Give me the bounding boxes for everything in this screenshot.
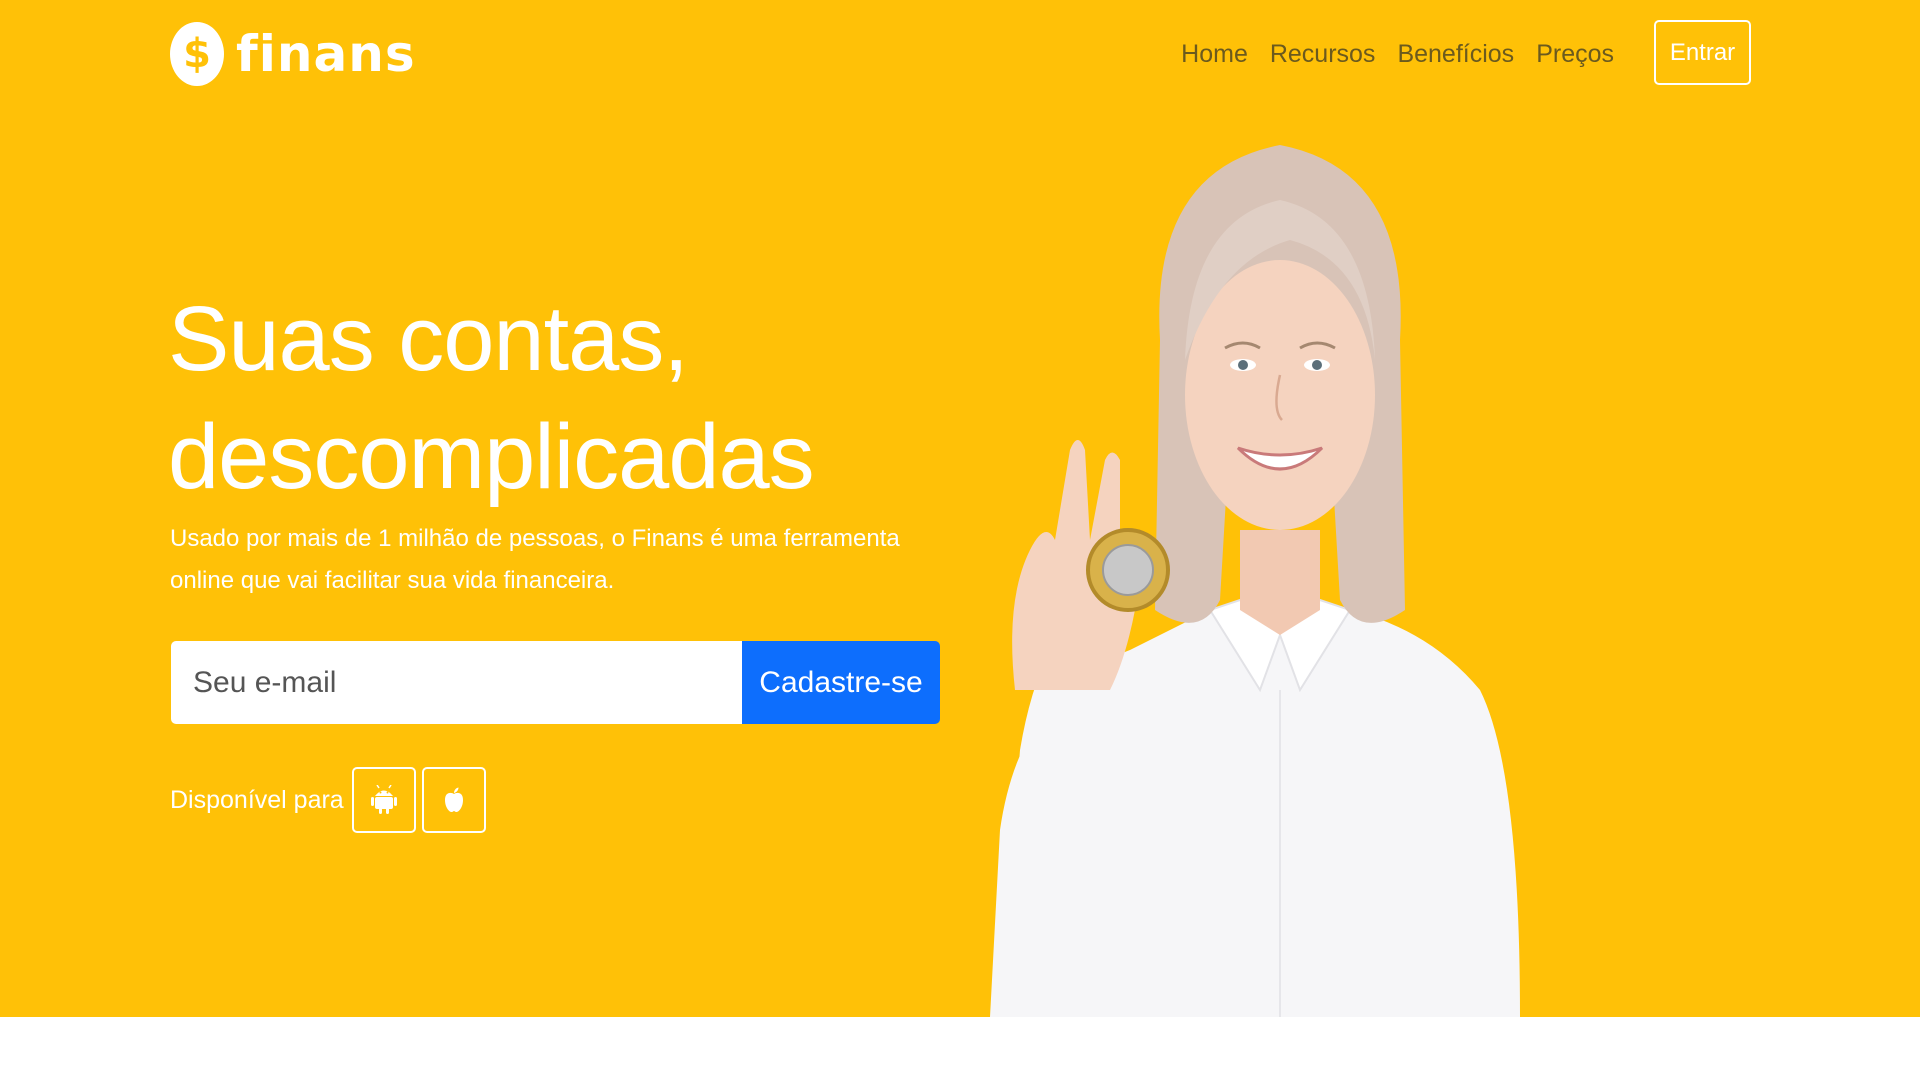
- apple-icon: [444, 787, 463, 812]
- android-icon: [370, 785, 397, 814]
- hero-section: $ finans Home Recursos Benefícios Preços…: [0, 0, 1920, 1017]
- brand-logo[interactable]: $ finans: [170, 22, 416, 86]
- page-footer-spacer: [0, 1017, 1920, 1080]
- hero-headline: Suas contas, descomplicadas: [168, 280, 968, 516]
- logo-symbol: $: [183, 31, 211, 77]
- headline-line-1: Suas contas,: [168, 288, 689, 390]
- hero-subtitle: Usado por mais de 1 milhão de pessoas, o…: [170, 525, 900, 594]
- woman-holding-coin-illustration: [990, 145, 1520, 1017]
- nav-link-beneficios[interactable]: Benefícios: [1397, 40, 1514, 69]
- nav-link-home[interactable]: Home: [1181, 40, 1248, 69]
- signup-button[interactable]: Cadastre-se: [742, 641, 940, 724]
- nav-link-recursos[interactable]: Recursos: [1270, 40, 1376, 69]
- available-platforms: Disponível para: [170, 767, 492, 833]
- nav-link-precos[interactable]: Preços: [1536, 40, 1614, 69]
- headline-line-2: descomplicadas: [168, 406, 815, 508]
- signup-form: Cadastre-se: [171, 641, 940, 724]
- email-input[interactable]: [171, 641, 742, 724]
- brand-name: finans: [236, 25, 416, 83]
- dollar-coin-icon: $: [170, 22, 224, 86]
- main-nav: Home Recursos Benefícios Preços: [1181, 40, 1614, 69]
- android-store-button[interactable]: [351, 767, 416, 833]
- available-label: Disponível para: [170, 785, 344, 814]
- login-button[interactable]: Entrar: [1654, 20, 1751, 85]
- apple-store-button[interactable]: [421, 767, 486, 833]
